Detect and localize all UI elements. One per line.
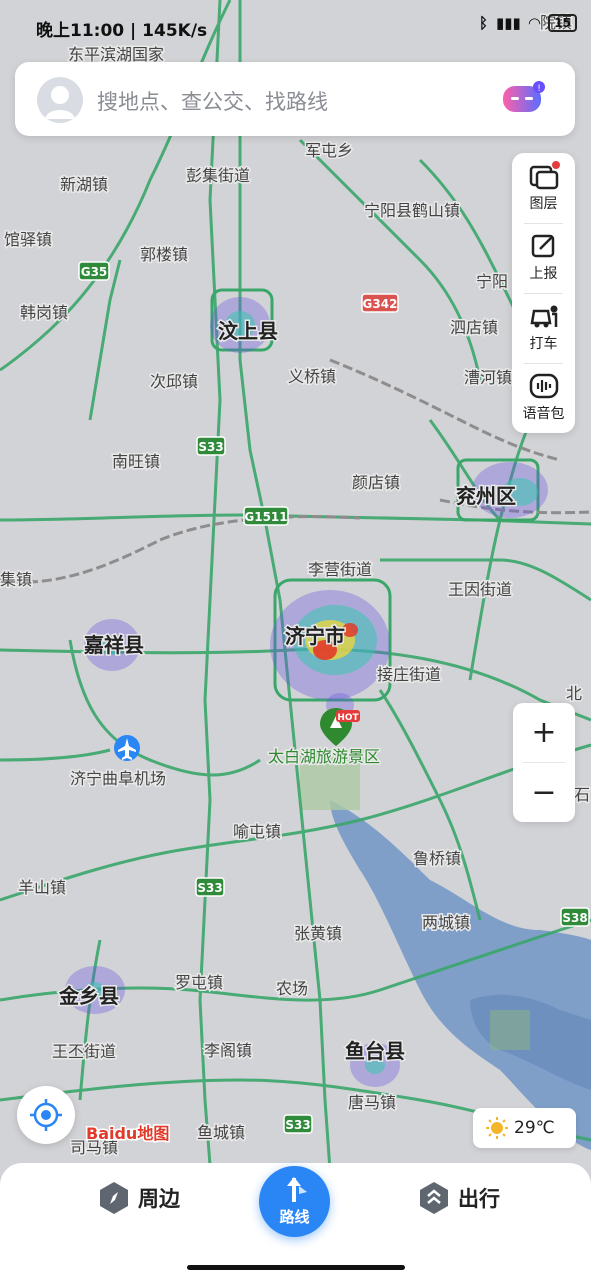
route-label: 路线 (279, 1208, 310, 1226)
voice-pack-label: 语音包 (522, 406, 565, 422)
highway-shield: S33 (196, 436, 226, 456)
airport-icon (114, 735, 140, 761)
highway-shield: G1511 (243, 506, 289, 526)
map-place-label: 鱼城镇 (197, 1123, 245, 1142)
map-canvas[interactable]: G35 G342 S33 G1511 S33 S38 S33 济宁市 嘉祥县 汶上县兖州区金乡县… (0, 0, 591, 1280)
crosshair-icon (30, 1099, 62, 1131)
map-place-label: 军屯乡 (305, 141, 353, 160)
zoom-control: + − (513, 703, 575, 822)
map-place-label: 颜店镇 (352, 473, 400, 492)
highway-shield-label: G1511 (244, 510, 287, 524)
map-place-label: 王因街道 (448, 580, 512, 599)
weather-temp: 29℃ (514, 1118, 555, 1138)
map-place-label: 李营街道 (308, 560, 372, 579)
route-button[interactable]: 路线 (259, 1166, 330, 1237)
home-indicator (187, 1265, 405, 1270)
map-place-label: 宁阳 (476, 272, 508, 291)
status-icons: ᛒ ▮▮▮ ◠ 15 (479, 14, 577, 32)
nav-nearby-label: 周边 (138, 1187, 180, 1211)
weather-widget[interactable]: 29℃ (473, 1108, 576, 1148)
hot-badge: HOT (337, 713, 359, 723)
layers-icon (529, 161, 560, 190)
layers-button[interactable]: 图层 (512, 153, 575, 223)
locate-button[interactable] (17, 1086, 75, 1144)
map-city-label: 济宁市 (285, 624, 345, 648)
map-city-label: 嘉祥县 (83, 633, 144, 657)
map-place-label: 喻屯镇 (233, 822, 281, 841)
taxi-icon (530, 305, 557, 328)
map-place-label: 羊山镇 (18, 878, 66, 897)
report-label: 上报 (529, 266, 558, 282)
ai-assistant-icon[interactable]: ! (501, 80, 545, 116)
taxi-label: 打车 (529, 336, 558, 352)
zoom-in-button[interactable]: + (513, 703, 575, 762)
highway-shield-label: S33 (197, 881, 222, 895)
highway-shield: S33 (195, 877, 225, 897)
highway-shield: G342 (361, 293, 399, 313)
map-place-label: 新湖镇 (60, 175, 108, 194)
map-place-label: 宁阳县鹤山镇 (364, 201, 460, 220)
side-toolbar: 图层 上报 打车 语音包 (512, 153, 575, 433)
highway-shield-label: G35 (81, 265, 108, 279)
highway-shield: S33 (283, 1114, 313, 1134)
report-button[interactable]: 上报 (512, 223, 575, 293)
status-time: 晚上11:00 | 145K/s (36, 21, 208, 41)
travel-icon (420, 1182, 448, 1214)
map-place-label: 漕河镇 (464, 368, 512, 387)
status-bar: 晚上11:00 | 145K/s ᛒ ▮▮▮ ◠ 15 (0, 0, 591, 50)
map-place-label: 北 (566, 684, 582, 703)
highway-shield: G35 (78, 261, 110, 281)
layers-label: 图层 (529, 196, 558, 212)
voice-pack-icon (529, 373, 558, 399)
nav-travel-label: 出行 (458, 1187, 500, 1211)
map-city-label: 金乡县 (58, 984, 119, 1008)
bluetooth-icon: ᛒ (478, 14, 488, 32)
signal-icon: ▮▮▮ (495, 14, 521, 32)
battery-icon: 15 (548, 14, 577, 32)
nav-travel[interactable]: 出行 (418, 1181, 500, 1215)
wifi-icon: ◠ (528, 14, 541, 32)
report-icon (531, 234, 554, 258)
search-bar[interactable]: 搜地点、查公交、找路线 ! (15, 62, 575, 136)
map-place-label: 集镇 (0, 570, 32, 589)
map-place-label: 李阁镇 (204, 1041, 252, 1060)
nav-nearby[interactable]: 周边 (98, 1181, 180, 1215)
map-place-label: 石 (574, 785, 590, 804)
map-place-label: 济宁曲阜机场 (70, 769, 166, 788)
search-placeholder[interactable]: 搜地点、查公交、找路线 (97, 86, 328, 116)
map-place-label: 农场 (276, 979, 308, 998)
map-place-label: 两城镇 (422, 913, 470, 932)
map-place-label: 唐马镇 (348, 1093, 396, 1112)
zoom-out-button[interactable]: − (513, 763, 575, 822)
map-place-label: 彭集街道 (186, 166, 250, 185)
map-city-label: 鱼台县 (345, 1039, 405, 1063)
highway-shield-label: S38 (562, 911, 587, 925)
map-place-label: 鲁桥镇 (413, 849, 461, 868)
map-place-label: 泗店镇 (450, 318, 498, 337)
highway-shield: S38 (560, 907, 590, 927)
scenic-area-label: 太白湖旅游景区 (268, 747, 380, 766)
avatar[interactable] (37, 77, 83, 123)
compass-icon (100, 1182, 128, 1214)
highway-shield-label: S33 (198, 440, 223, 454)
sun-icon (486, 1117, 508, 1139)
map-place-label: 南旺镇 (112, 452, 160, 471)
highway-shield-label: S33 (285, 1118, 310, 1132)
map-place-label: 罗屯镇 (175, 973, 223, 992)
assistant-badge: ! (537, 84, 541, 94)
map-place-label: 张黄镇 (294, 924, 342, 943)
baidu-map-logo: Baidu地图 (86, 1124, 169, 1143)
map-city-label: 汶上县 (218, 319, 278, 343)
map-place-label: 韩岗镇 (20, 303, 68, 322)
map-place-label: 王丕街道 (52, 1042, 116, 1061)
map-place-label: 义桥镇 (288, 367, 336, 386)
highway-shield-label: G342 (363, 297, 398, 311)
voice-pack-button[interactable]: 语音包 (512, 363, 575, 433)
map-place-label: 次邱镇 (150, 372, 198, 391)
taxi-button[interactable]: 打车 (512, 293, 575, 363)
map-place-label: 馆驿镇 (4, 230, 52, 249)
map-place-label: 郭楼镇 (140, 245, 188, 264)
map-city-label: 兖州区 (456, 484, 516, 508)
map-place-label: 接庄街道 (377, 665, 441, 684)
